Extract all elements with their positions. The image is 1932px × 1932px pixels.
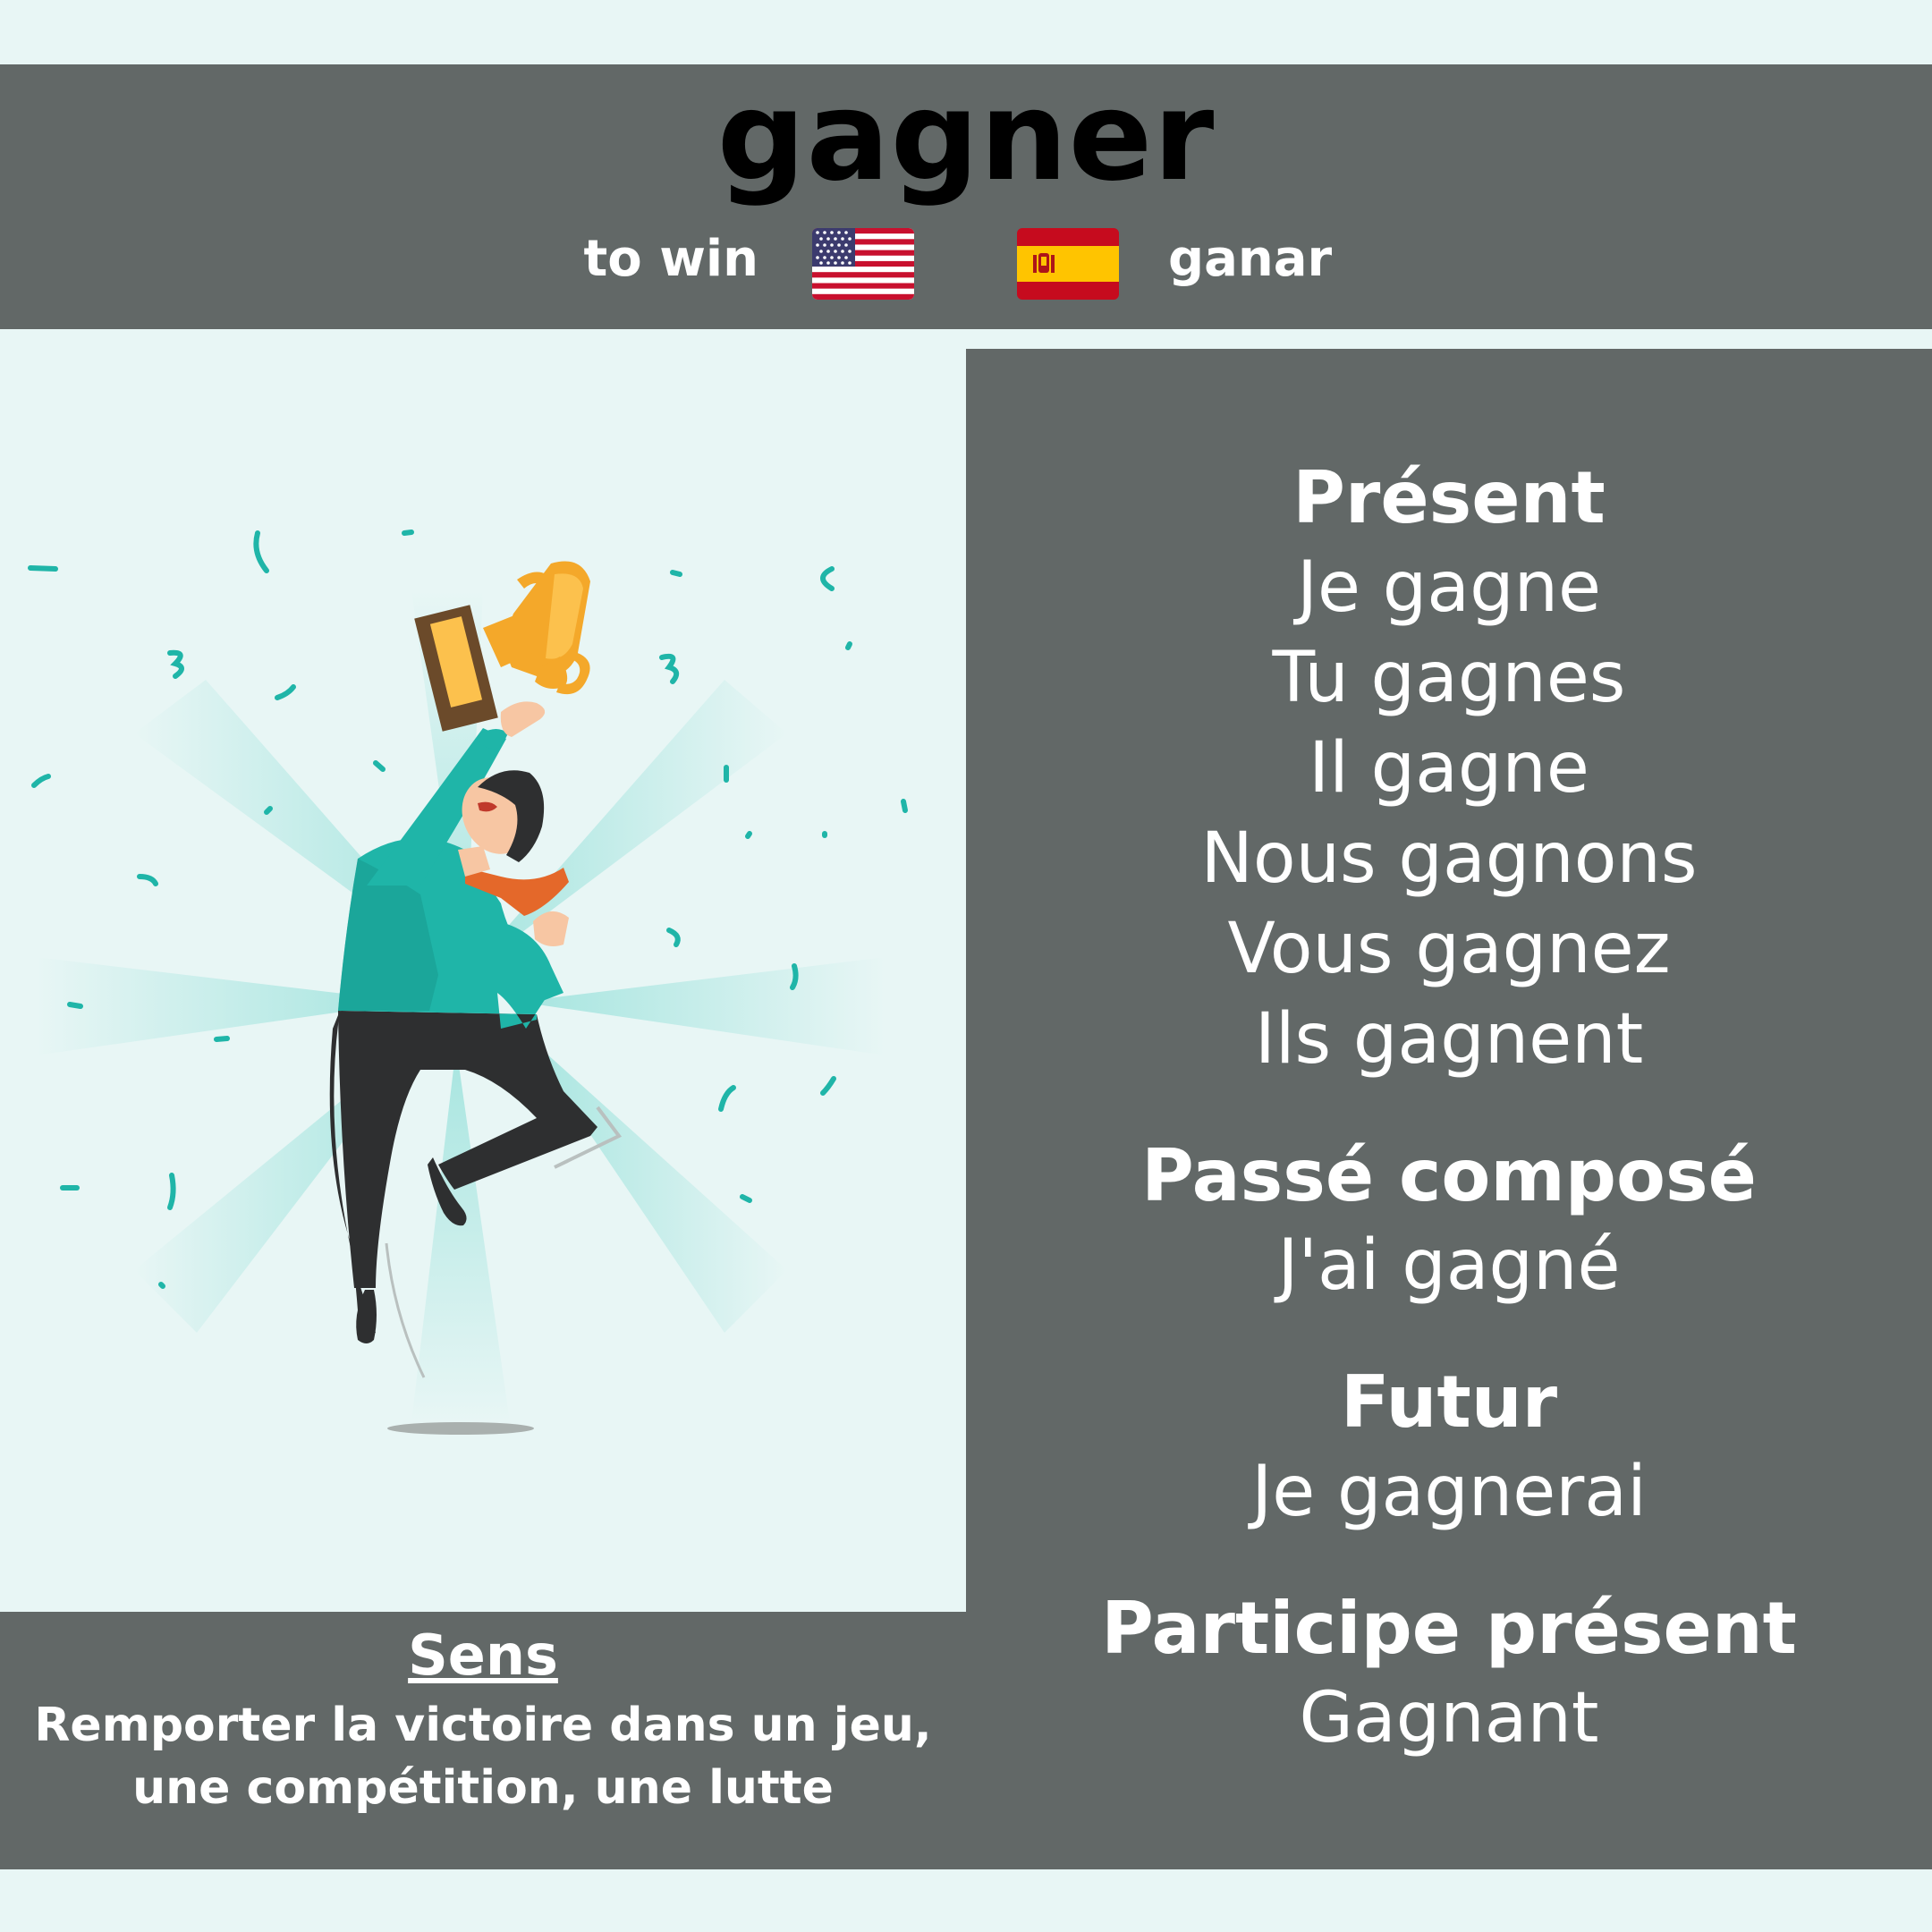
- conjugation-form: Ils gagnent: [1254, 999, 1644, 1080]
- conjugation-form: Gagnant: [1299, 1678, 1599, 1758]
- verb-card: gagner to win ganar Présent Je gagne Tu …: [0, 0, 1932, 1932]
- spanish-translation: ganar: [1168, 230, 1333, 288]
- conjugation-form: Vous gagnez: [1227, 909, 1671, 989]
- tense-present-title: Présent: [1292, 456, 1606, 539]
- tense-futur-title: Futur: [1340, 1360, 1558, 1444]
- conjugation-form: Tu gagnes: [1272, 638, 1626, 718]
- conjugation-form: Je gagne: [1296, 547, 1602, 628]
- meaning-text: Remporter la victoire dans un jeu, une c…: [34, 1699, 932, 1815]
- conjugation-list: Présent Je gagne Tu gagnes Il gagne Nous…: [966, 453, 1932, 1764]
- conjugation-panel: Présent Je gagne Tu gagnes Il gagne Nous…: [966, 349, 1932, 1869]
- conjugation-form: Nous gagnons: [1200, 818, 1698, 899]
- meaning-panel: Sens Remporter la victoire dans un jeu, …: [0, 1612, 966, 1869]
- us-flag-icon: [812, 228, 914, 300]
- english-translation: to win: [583, 230, 758, 288]
- verb-title: gagner: [716, 64, 1216, 208]
- celebrating-winner-illustration: [28, 530, 908, 1435]
- spain-flag-icon: [1017, 228, 1119, 300]
- conjugation-form: Il gagne: [1309, 728, 1589, 809]
- conjugation-form: J'ai gagné: [1277, 1225, 1621, 1306]
- trophy-icon: [414, 561, 590, 732]
- conjugation-form: Je gagnerai: [1251, 1452, 1647, 1532]
- meaning-title: Sens: [408, 1623, 558, 1688]
- tense-participe-present-title: Participe présent: [1101, 1587, 1797, 1670]
- tense-passe-compose-title: Passé composé: [1141, 1134, 1757, 1217]
